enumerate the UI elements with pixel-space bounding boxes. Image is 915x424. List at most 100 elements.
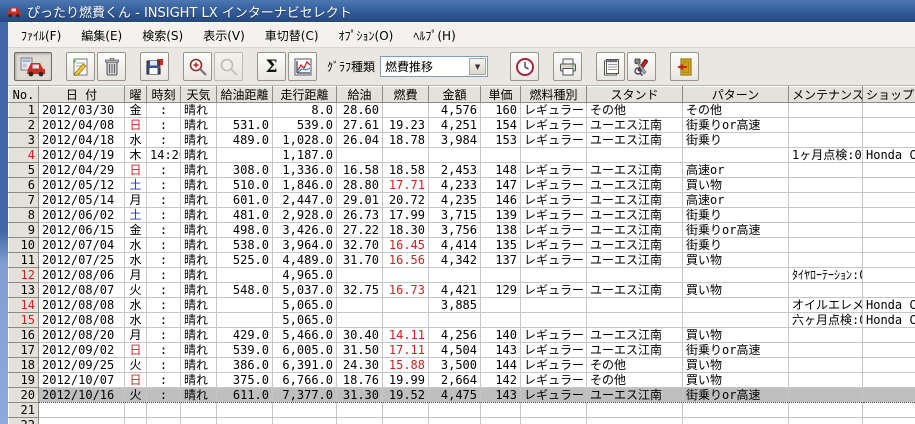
cell-time: :	[146, 132, 181, 148]
exit-button[interactable]	[670, 52, 700, 81]
table-row[interactable]: 18 2012/09/25 火: 晴れ 386.0 6,391.0 24.30 15.88 3,…	[8, 357, 915, 373]
row-number-cell[interactable]: 13	[8, 282, 39, 298]
column-header[interactable]: パターン	[682, 86, 789, 103]
column-header[interactable]: 走行距離	[272, 86, 337, 103]
column-header[interactable]: No.	[8, 86, 39, 103]
column-header[interactable]: 単価	[480, 86, 521, 103]
cell-maint	[788, 237, 863, 253]
table-row[interactable]: 3 2012/04/18 水: 晴れ 489.0 1,028.0 26.04 18.78 3,9…	[8, 132, 915, 148]
row-number-cell[interactable]: 8	[8, 207, 39, 223]
column-header[interactable]: 給油距離	[216, 86, 273, 103]
row-number-cell[interactable]: 3	[8, 132, 39, 148]
table-row[interactable]: 1 2012/03/30 金: 晴れ 8.0 28.60 4,576 160 レギュラー その他そ…	[8, 102, 915, 118]
cell-stand: ユーエス江南	[586, 282, 683, 298]
row-number-cell[interactable]: 18	[8, 357, 39, 373]
menu-item[interactable]: ﾌｧｲﾙ(F)	[12, 24, 70, 47]
cell-time: :	[146, 252, 181, 268]
column-header[interactable]: 燃費	[382, 86, 429, 103]
column-header[interactable]: 給油	[336, 86, 383, 103]
cell-eco	[382, 417, 429, 424]
table-row[interactable]: 7 2012/05/14 月: 晴れ 601.0 2,447.0 29.01 20.72 4,2…	[8, 192, 915, 208]
memo-button[interactable]	[596, 52, 626, 81]
row-number-cell[interactable]: 4	[8, 147, 39, 163]
table-row[interactable]: 122012/08/06月:晴れ 4,965.0 ﾀｲﾔﾛｰﾃｰｼｮﾝ:0:	[8, 267, 915, 283]
cell-amount: 4,256	[428, 327, 481, 343]
table-row[interactable]: 9 2012/06/15 金: 晴れ 498.0 3,426.0 27.22 18.30 3,7…	[8, 222, 915, 238]
maintenance-tools-button[interactable]	[627, 52, 657, 81]
cell-fuel: 32.75	[336, 282, 383, 298]
menu-item[interactable]: 表示(V)	[194, 24, 254, 47]
row-number-cell[interactable]: 17	[8, 342, 39, 358]
row-number-cell[interactable]: 7	[8, 192, 39, 208]
column-header[interactable]: 天気	[180, 86, 217, 103]
row-number-cell[interactable]: 9	[8, 222, 39, 238]
table-row[interactable]: 13 2012/08/07 火: 晴れ 548.0 5,037.0 32.75 16.73 4,…	[8, 282, 915, 298]
column-header[interactable]: 日 付	[38, 86, 125, 103]
total-button[interactable]: Σ	[257, 52, 286, 81]
clock-button[interactable]	[510, 52, 540, 81]
table-row[interactable]: 16 2012/08/20 月: 晴れ 429.0 5,466.0 30.40 14.11 4,…	[8, 327, 915, 343]
cell-pattern	[682, 402, 789, 418]
table-row[interactable]: 8 2012/06/02 土: 晴れ 481.0 2,928.0 26.73 17.99 3,7…	[8, 207, 915, 223]
table-row[interactable]: 5 2012/04/29 日: 晴れ 308.0 1,336.0 16.58 18.58 2,4…	[8, 162, 915, 178]
menu-item[interactable]: 車切替(C)	[256, 24, 328, 47]
chevron-down-icon[interactable]: ▼	[469, 58, 487, 75]
row-number-cell[interactable]: 11	[8, 252, 39, 268]
cell-day: 日	[124, 342, 147, 358]
row-number-cell[interactable]: 12	[8, 267, 39, 283]
column-header[interactable]: 曜	[124, 86, 147, 103]
save-button[interactable]	[140, 52, 169, 81]
zoom-out-button[interactable]	[214, 52, 243, 81]
title-bar[interactable]: ぴったり燃費くん - INSIGHT LX インターナビセレクト	[0, 0, 915, 22]
print-button[interactable]	[553, 52, 583, 81]
row-number-cell[interactable]: 21	[8, 402, 39, 418]
table-row[interactable]: 14 2012/08/08 水: 晴れ 5,065.0 3,885 オイルエレメ Honda …	[8, 297, 915, 313]
column-header[interactable]: スタンド	[586, 86, 683, 103]
table-row[interactable]: 17 2012/09/02 日: 晴れ 539.0 6,005.0 31.50 17.11 4,…	[8, 342, 915, 358]
menu-item[interactable]: ｵﾌﾟｼｮﾝ(O)	[330, 24, 403, 47]
cell-amount: 2,664	[428, 372, 481, 388]
row-number-cell[interactable]: 19	[8, 372, 39, 388]
row-number-cell[interactable]: 10	[8, 237, 39, 253]
row-number-cell[interactable]: 1	[8, 102, 39, 118]
table-row[interactable]: 2 2012/04/08 日: 晴れ 531.0 539.0 27.61 19.23 4,251…	[8, 117, 915, 133]
table-row[interactable]: 6 2012/05/12 土: 晴れ 510.0 1,846.0 28.80 17.71 4,2…	[8, 177, 915, 193]
cell-price: 147	[480, 177, 521, 193]
menu-item[interactable]: ﾍﾙﾌﾟ(H)	[404, 24, 464, 47]
new-entry-button[interactable]	[66, 52, 95, 81]
row-number-cell[interactable]: 5	[8, 162, 39, 178]
row-number-cell[interactable]: 2	[8, 117, 39, 133]
car-switch-button[interactable]	[14, 52, 52, 81]
row-number-cell[interactable]: 16	[8, 327, 39, 343]
row-number-cell[interactable]: 15	[8, 312, 39, 328]
cell-time: :	[146, 102, 181, 118]
menu-item[interactable]: 編集(E)	[72, 24, 131, 47]
table-row[interactable]: 19 2012/10/07 日: 晴れ 375.0 6,766.0 18.76 19.99 2,…	[8, 372, 915, 388]
menu-item[interactable]: 検索(S)	[133, 24, 192, 47]
row-number-cell[interactable]: 22	[8, 417, 39, 424]
table-row[interactable]: 21	[8, 402, 915, 418]
table-row[interactable]: 11 2012/07/25 水: 晴れ 525.0 4,489.0 31.70 16.56 4,…	[8, 252, 915, 268]
row-number-cell[interactable]: 6	[8, 177, 39, 193]
column-header[interactable]: ショップ	[862, 86, 915, 103]
row-number-cell[interactable]: 14	[8, 297, 39, 313]
cell-weather: 晴れ	[180, 357, 217, 373]
delete-button[interactable]	[97, 52, 126, 81]
column-header[interactable]: メンテナンス	[788, 86, 863, 103]
table-row[interactable]: 20 2012/10/16 火: 晴れ 611.0 7,377.0 31.30 19.52 4,…	[8, 387, 915, 403]
graph-type-select[interactable]: 燃費推移 ▼	[380, 56, 489, 77]
column-header[interactable]: 燃料種別	[520, 86, 587, 103]
cell-stand: ユーエス江南	[586, 192, 683, 208]
table-row[interactable]: 42012/04/19木14:20晴れ 1,187.0 1ヶ月点検:0:Honda …	[8, 147, 915, 163]
graph-button[interactable]	[288, 52, 317, 81]
column-header[interactable]: 金額	[428, 86, 481, 103]
column-header[interactable]: 時刻	[146, 86, 181, 103]
table-row[interactable]: 152012/08/08水:晴れ 5,065.0 六ヶ月点検:0:Honda Car…	[8, 312, 915, 328]
row-number-cell[interactable]: 20	[8, 387, 39, 403]
zoom-in-button[interactable]	[183, 52, 212, 81]
cell-price: 129	[480, 282, 521, 298]
grid-header-row: No. 日 付曜時刻 天気 給油距離 走行距離 給油 燃費 金額 単価 燃料種別 スタンド パターンメ…	[8, 86, 915, 103]
cell-time	[146, 402, 181, 418]
table-row[interactable]: 10 2012/07/04 水: 晴れ 538.0 3,964.0 32.70 16.45 4,…	[8, 237, 915, 253]
table-row[interactable]: 22	[8, 417, 915, 424]
